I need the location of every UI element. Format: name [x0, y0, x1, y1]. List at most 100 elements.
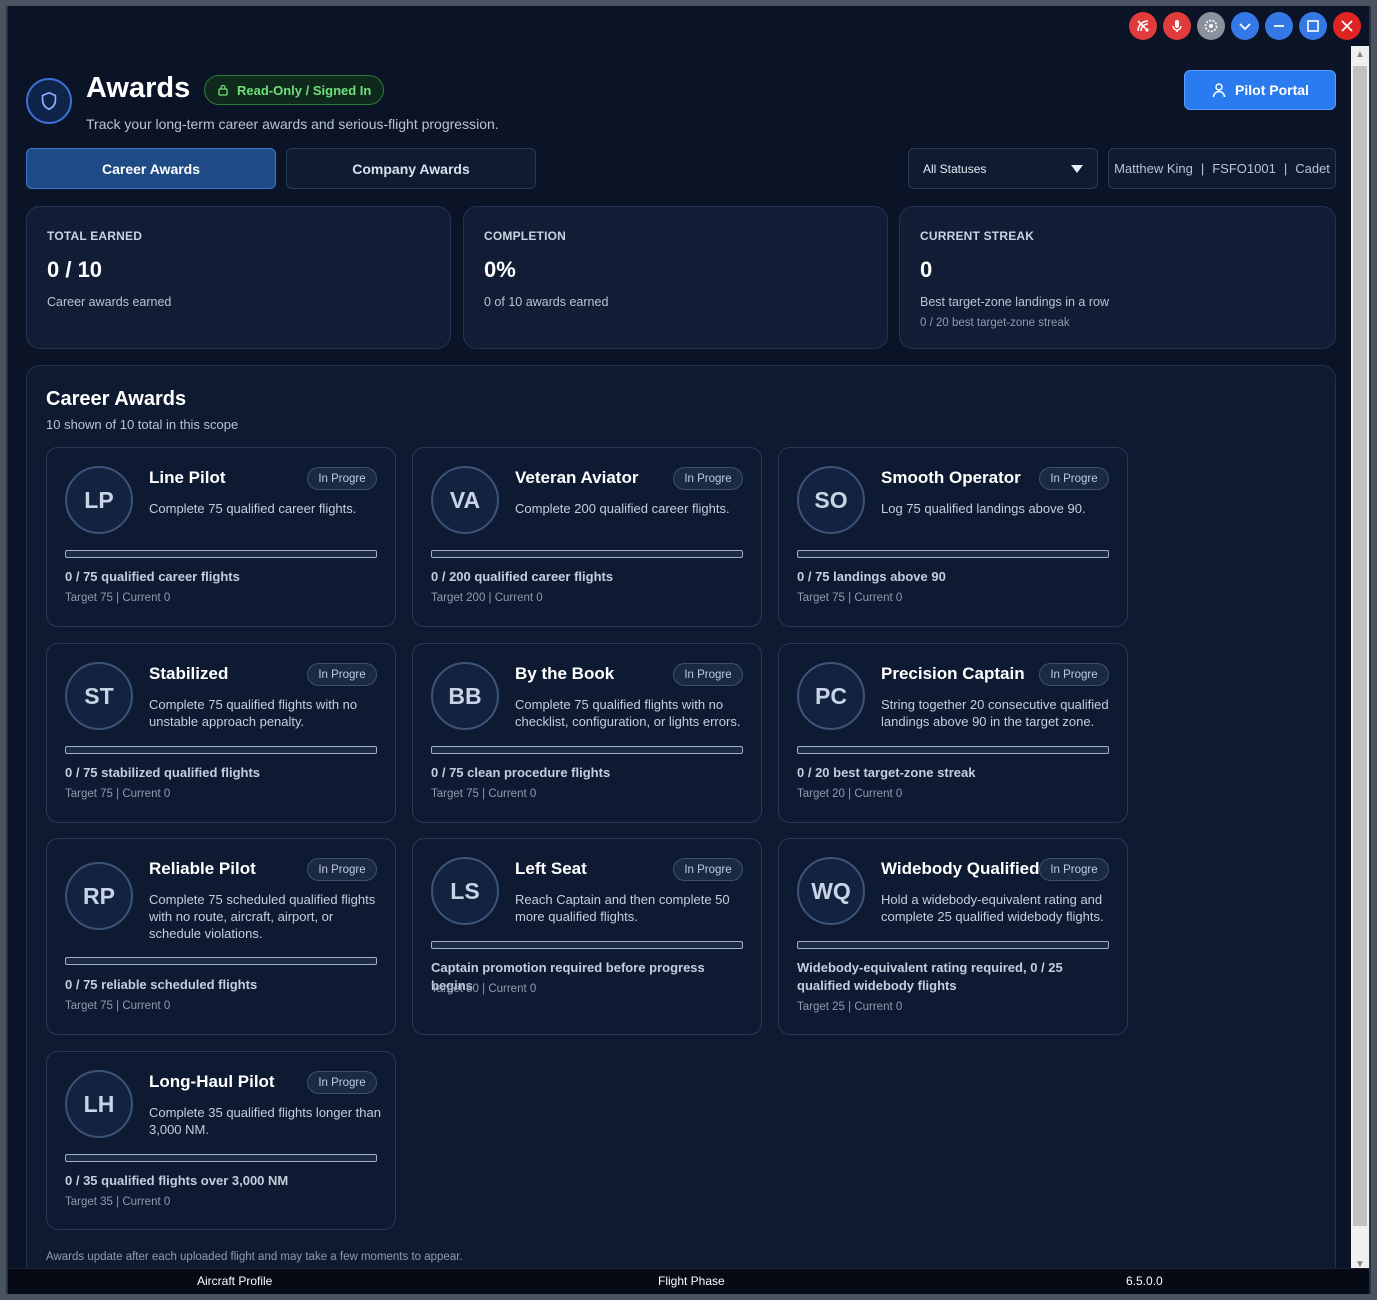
progress-text: 0 / 75 landings above 90 — [797, 569, 946, 584]
progress-text: 0 / 75 stabilized qualified flights — [65, 765, 261, 780]
award-name: Widebody Qualified — [881, 859, 1040, 878]
award-name: Veteran Aviator — [515, 468, 639, 487]
status-filter-value: All Statuses — [923, 161, 987, 176]
award-description: Complete 75 qualified flights with no un… — [149, 697, 358, 729]
award-description: Reach Captain and then complete 50 more … — [515, 892, 730, 924]
tab-career-awards[interactable]: Career Awards — [26, 148, 276, 189]
target-text: Target 20 | Current 0 — [797, 788, 903, 800]
tab-company-awards[interactable]: Company Awards — [286, 148, 536, 189]
progress-bar — [797, 550, 1109, 558]
stat-current-streak: CURRENT STREAK 0 Best target-zone landin… — [899, 206, 1336, 349]
award-initials: VA — [431, 466, 499, 534]
page-content: Awards Read-Only / Signed In Track your … — [8, 46, 1355, 1274]
scrollbar-thumb[interactable] — [1353, 66, 1367, 1226]
award-description: Complete 75 qualified career flights. — [149, 501, 357, 516]
read-only-badge: Read-Only / Signed In — [204, 75, 385, 105]
target-text: Target 75 | Current 0 — [65, 592, 171, 604]
progress-bar — [431, 746, 743, 754]
read-only-label: Read-Only / Signed In — [237, 82, 372, 98]
stat-desc: 0 of 10 awards earned — [484, 295, 609, 309]
user-name: Matthew King — [1114, 161, 1193, 176]
award-card-smooth-operator[interactable]: SO Smooth Operator In Progre Log 75 qual… — [778, 447, 1128, 627]
award-initials: WQ — [797, 857, 865, 925]
progress-text: 0 / 20 best target-zone streak — [797, 765, 976, 780]
status-badge: In Progre — [1039, 467, 1109, 490]
user-id: FSFO1001 — [1212, 161, 1276, 176]
award-description: Complete 75 qualified flights with no ch… — [515, 697, 741, 729]
award-initials: ST — [65, 662, 133, 730]
stat-desc: Career awards earned — [47, 295, 172, 309]
separator: | — [1283, 161, 1288, 176]
award-name: By the Book — [515, 664, 615, 683]
close-icon[interactable] — [1333, 12, 1361, 40]
progress-bar — [797, 941, 1109, 949]
progress-text: 0 / 75 qualified career flights — [65, 569, 240, 584]
progress-text: 0 / 35 qualified flights over 3,000 NM — [65, 1173, 289, 1188]
stat-total-earned: TOTAL EARNED 0 / 10 Career awards earned — [26, 206, 451, 349]
award-name: Line Pilot — [149, 468, 226, 487]
mic-off-icon[interactable] — [1163, 12, 1191, 40]
status-badge: In Progre — [307, 663, 377, 686]
target-text: Target 75 | Current 0 — [65, 1000, 171, 1012]
stat-value: 0 — [920, 257, 933, 282]
progress-text: Widebody-equivalent rating required, 0 /… — [797, 960, 1063, 993]
award-name: Long-Haul Pilot — [149, 1072, 275, 1091]
chevron-down-icon[interactable] — [1231, 12, 1259, 40]
target-text: Target 25 | Current 0 — [797, 1001, 903, 1013]
award-card-stabilized[interactable]: ST Stabilized In Progre Complete 75 qual… — [46, 643, 396, 823]
stat-label: CURRENT STREAK — [920, 229, 1035, 243]
status-filter-select[interactable]: All Statuses — [908, 148, 1098, 189]
award-description: Log 75 qualified landings above 90. — [881, 501, 1086, 516]
award-card-left-seat[interactable]: LS Left Seat In Progre Reach Captain and… — [412, 838, 762, 1035]
user-rank: Cadet — [1295, 161, 1330, 176]
pilot-portal-label: Pilot Portal — [1235, 82, 1309, 98]
target-text: Target 50 | Current 0 — [431, 983, 537, 995]
status-version: 6.5.0.0 — [1126, 1274, 1163, 1288]
award-name: Smooth Operator — [881, 468, 1021, 487]
target-text: Target 35 | Current 0 — [65, 1196, 171, 1208]
progress-bar — [65, 957, 377, 965]
status-badge: In Progre — [673, 467, 743, 490]
app-window: ▲ ▼ Awards Read-Only / Signed In Track y… — [6, 6, 1371, 1294]
award-name: Stabilized — [149, 664, 229, 683]
target-text: Target 75 | Current 0 — [797, 592, 903, 604]
award-card-long-haul-pilot[interactable]: LH Long-Haul Pilot In Progre Complete 35… — [46, 1051, 396, 1230]
award-initials: LP — [65, 466, 133, 534]
signal-off-icon[interactable] — [1129, 12, 1157, 40]
award-name: Precision Captain — [881, 664, 1025, 683]
window-controls — [1129, 12, 1361, 40]
stat-completion: COMPLETION 0% 0 of 10 awards earned — [463, 206, 888, 349]
awards-shield-icon — [26, 78, 72, 124]
award-card-by-the-book[interactable]: BB By the Book In Progre Complete 75 qua… — [412, 643, 762, 823]
status-badge: In Progre — [1039, 663, 1109, 686]
stat-label: COMPLETION — [484, 229, 566, 243]
award-card-reliable-pilot[interactable]: RP Reliable Pilot In Progre Complete 75 … — [46, 838, 396, 1035]
progress-bar — [65, 746, 377, 754]
minimize-icon[interactable] — [1265, 12, 1293, 40]
status-bar: Aircraft Profile Flight Phase 6.5.0.0 — [8, 1268, 1369, 1294]
user-info: Matthew King | FSFO1001 | Cadet — [1108, 148, 1336, 189]
award-initials: LH — [65, 1070, 133, 1138]
settings-icon[interactable] — [1197, 12, 1225, 40]
progress-bar — [431, 941, 743, 949]
award-name: Reliable Pilot — [149, 859, 256, 878]
award-card-widebody-qualified[interactable]: WQ Widebody Qualified In Progre Hold a w… — [778, 838, 1128, 1035]
award-card-precision-captain[interactable]: PC Precision Captain In Progre String to… — [778, 643, 1128, 823]
stat-label: TOTAL EARNED — [47, 229, 143, 243]
maximize-icon[interactable] — [1299, 12, 1327, 40]
award-initials: PC — [797, 662, 865, 730]
target-text: Target 75 | Current 0 — [431, 788, 537, 800]
status-badge: In Progre — [673, 858, 743, 881]
status-badge: In Progre — [673, 663, 743, 686]
pilot-portal-button[interactable]: Pilot Portal — [1184, 70, 1336, 110]
award-card-veteran-aviator[interactable]: VA Veteran Aviator In Progre Complete 20… — [412, 447, 762, 627]
status-badge: In Progre — [1039, 858, 1109, 881]
award-card-line-pilot[interactable]: LP Line Pilot In Progre Complete 75 qual… — [46, 447, 396, 627]
award-description: String together 20 consecutive qualified… — [881, 697, 1109, 729]
separator: | — [1200, 161, 1205, 176]
panel-subtitle: 10 shown of 10 total in this scope — [46, 417, 239, 432]
award-description: Complete 200 qualified career flights. — [515, 501, 730, 516]
award-description: Complete 35 qualified flights longer tha… — [149, 1105, 381, 1137]
status-flight-phase: Flight Phase — [658, 1274, 725, 1288]
stat-value: 0 / 10 — [47, 257, 103, 282]
